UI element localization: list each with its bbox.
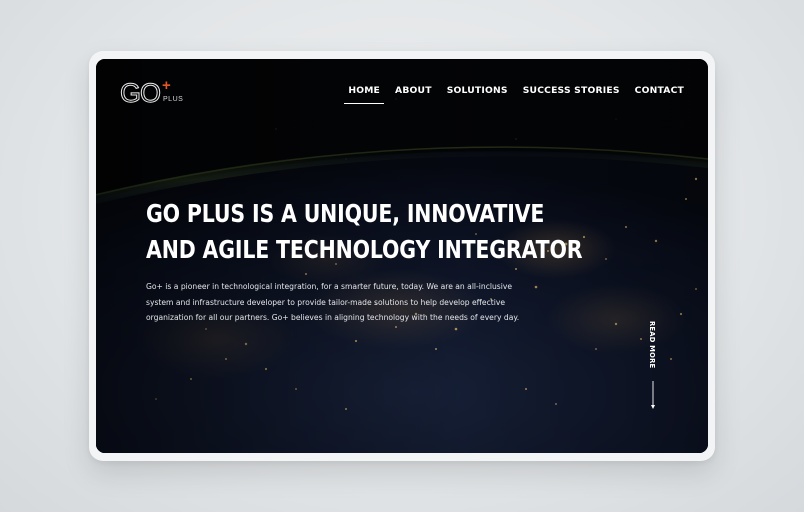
logo-plus-text: PLUS — [163, 96, 184, 103]
logo-go-text: GO — [119, 78, 161, 108]
nav-item-contact[interactable]: CONTACT — [635, 85, 684, 104]
hero-description: Go+ is a pioneer in technological integr… — [146, 279, 606, 326]
nav-item-success-stories[interactable]: SUCCESS STORIES — [523, 85, 620, 104]
hero-screen: GO + PLUS HOME ABOUT SOLUTIONS SUCCESS S… — [96, 59, 708, 453]
hero-description-line-2: system and infrastructure developer to p… — [146, 297, 506, 307]
nav-item-home[interactable]: HOME — [344, 85, 384, 104]
hero-description-line-3: organization for all our partners. Go+ b… — [146, 313, 520, 322]
go-plus-logo[interactable]: GO + PLUS — [119, 77, 184, 108]
arrow-down-icon[interactable] — [649, 381, 657, 411]
logo-plus-sign: + — [162, 77, 171, 94]
read-more-link[interactable]: READ MORE — [646, 321, 658, 369]
hero-headline: GO PLUS IS A UNIQUE, INNOVATIVE AND AGIL… — [146, 196, 583, 268]
browser-frame: GO + PLUS HOME ABOUT SOLUTIONS SUCCESS S… — [89, 51, 715, 461]
hero-headline-line-2: AND AGILE TECHNOLOGY INTEGRATOR — [146, 235, 583, 264]
nav-item-about[interactable]: ABOUT — [395, 85, 432, 104]
logo-plus-mark: + PLUS — [160, 77, 184, 106]
hero-headline-line-1: GO PLUS IS A UNIQUE, INNOVATIVE — [146, 199, 545, 228]
hero-description-line-1: Go+ is a pioneer in technological integr… — [146, 282, 513, 291]
read-more-label: READ MORE — [648, 321, 656, 369]
main-nav: HOME ABOUT SOLUTIONS SUCCESS STORIES CON… — [344, 85, 684, 104]
nav-item-solutions[interactable]: SOLUTIONS — [447, 85, 508, 104]
